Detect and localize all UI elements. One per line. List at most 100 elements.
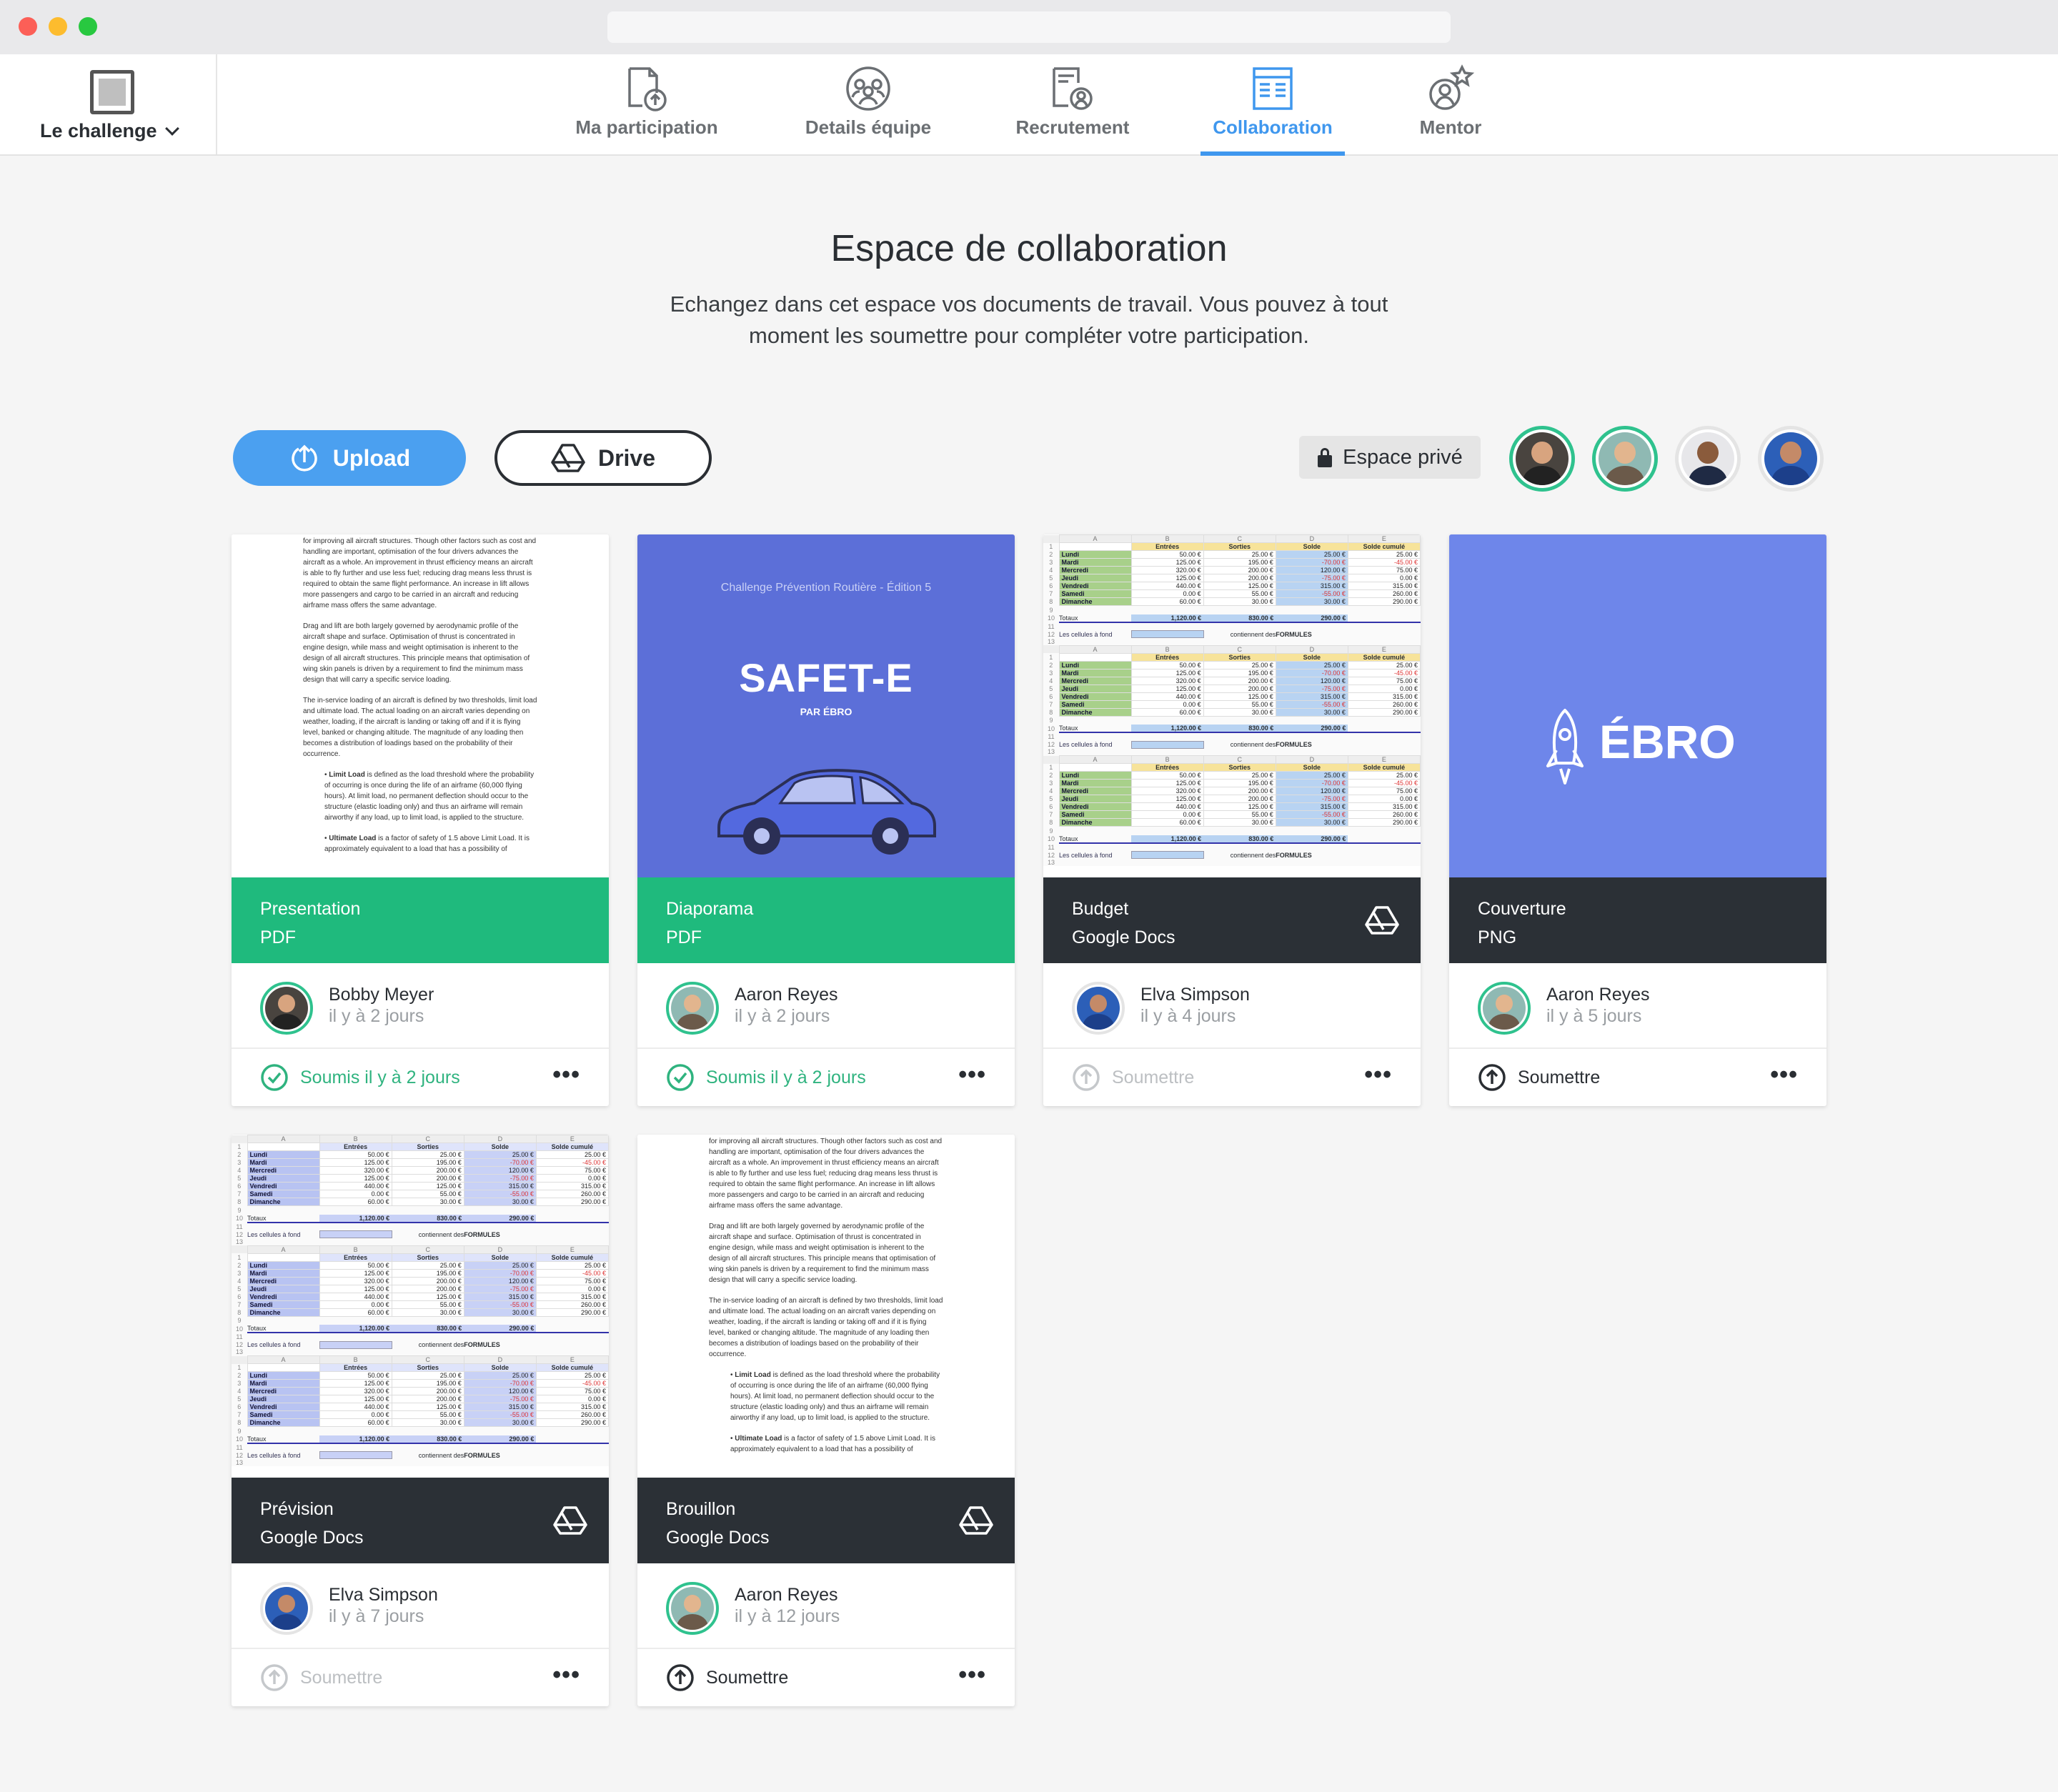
table-cell: Mercredi [1058, 787, 1132, 795]
more-options-button[interactable]: ••• [552, 1062, 580, 1087]
address-bar[interactable] [607, 11, 1451, 43]
row-number: 8 [1049, 708, 1053, 716]
table-cell: Samedi [1058, 700, 1132, 709]
row-index-cell [232, 1245, 247, 1253]
row-number: 11 [236, 1223, 243, 1230]
submit-label: Soumettre [300, 1667, 383, 1688]
close-window-button[interactable] [19, 17, 37, 36]
avatar [1516, 432, 1569, 485]
row-number: 6 [1049, 692, 1053, 700]
column-letter: D [463, 1245, 537, 1254]
table-cell: contiennent des [1230, 851, 1276, 859]
maximize-window-button[interactable] [79, 17, 97, 36]
row-number: 12 [1047, 851, 1055, 859]
more-options-button[interactable]: ••• [1364, 1062, 1392, 1087]
document-thumbnail[interactable]: for improving all aircraft structures. T… [232, 534, 609, 877]
upload-button[interactable]: Upload [233, 430, 466, 486]
avatar [1072, 982, 1125, 1035]
submit-button[interactable]: Soumettre [1478, 1063, 1600, 1092]
submit-button[interactable]: Soumettre [666, 1663, 788, 1692]
table-cell [1059, 859, 1421, 866]
table-row: 4 Mercredi 320.00 €200.00 €120.00 €75.00 € [1043, 787, 1421, 795]
table-cell: Mardi [247, 1379, 320, 1388]
table-cell: 60.00 € [1130, 707, 1204, 717]
document-thumbnail[interactable]: ÉBRO [1449, 534, 1826, 877]
minimize-window-button[interactable] [49, 17, 67, 36]
lock-icon [1318, 448, 1333, 467]
preview-paragraph: Drag and lift are both largely governed … [709, 1223, 936, 1284]
collaboration-icon [1253, 67, 1293, 110]
author-name: Elva Simpson [1140, 985, 1250, 1005]
table-row: 7 Samedi 0.00 €55.00 € -55.00 €260.00 € [232, 1410, 609, 1419]
submit-upload-icon [1073, 1064, 1100, 1091]
challenge-selector[interactable]: Le challenge [0, 54, 217, 154]
document-info-bar: Prévision Google Docs [232, 1478, 609, 1563]
document-thumbnail[interactable]: A B C D E 1 Entrées Sorties Solde Solde cumulé 2 Lu… [1043, 534, 1421, 877]
document-thumbnail[interactable]: A B C D E 1 Entrées Sorties Solde Solde cumulé 2 Lu… [232, 1135, 609, 1478]
document-actions: Soumis il y à 2 jours ••• [637, 1049, 1015, 1106]
document-card[interactable]: for improving all aircraft structures. T… [637, 1135, 1015, 1706]
table-cell: -45.00 € [535, 1268, 609, 1278]
document-card[interactable]: ÉBRO Couverture PNG Aaron Reyes il y à 5… [1449, 534, 1826, 1106]
table-cell: 50.00 € [1130, 660, 1204, 669]
table-cell: Dimanche [247, 1418, 320, 1427]
tab-collaboration[interactable]: Collaboration [1200, 54, 1345, 156]
column-letter: E [535, 1245, 609, 1254]
more-options-button[interactable]: ••• [958, 1062, 986, 1087]
column-header: Sorties [391, 1253, 464, 1262]
document-title: Budget [1072, 899, 1129, 919]
table-cell: 120.00 € [1275, 787, 1348, 795]
table-cell: 25.00 € [1347, 660, 1421, 669]
document-thumbnail[interactable]: Challenge Prévention Routière - Édition … [637, 534, 1015, 877]
table-row: 8 Dimanche 60.00 €30.00 €30.00 €290.00 € [1043, 707, 1421, 717]
row-number: 5 [1049, 574, 1053, 582]
table-cell: 30.00 € [1203, 597, 1276, 606]
cover-preview: ÉBRO [1449, 534, 1826, 877]
table-cell: Les cellules à fond [247, 1341, 301, 1348]
private-space-toggle[interactable]: Espace privé [1299, 436, 1481, 479]
tab-ma-participation[interactable]: Ma participation [565, 54, 729, 154]
table-cell: 25.00 € [1347, 550, 1421, 559]
row-number: 3 [1049, 559, 1053, 566]
column-header: Entrées [319, 1143, 392, 1151]
tab-details-equipe[interactable]: Details équipe [786, 54, 950, 154]
row-number: 1 [237, 1143, 242, 1150]
table-cell [1348, 614, 1421, 623]
document-type: PDF [260, 927, 296, 947]
document-card[interactable]: for improving all aircraft structures. T… [232, 534, 609, 1106]
table-cell: Dimanche [1058, 818, 1132, 827]
table-cell: 125.00 € [319, 1284, 392, 1293]
team-member-avatar[interactable] [1592, 426, 1658, 492]
document-card[interactable]: A B C D E 1 Entrées Sorties Solde Solde cumulé 2 Lu… [1043, 534, 1421, 1106]
team-member-avatar[interactable] [1509, 426, 1575, 492]
row-number: 10 [235, 1325, 243, 1333]
row-number: 9 [237, 1317, 242, 1324]
more-options-button[interactable]: ••• [958, 1663, 986, 1687]
document-thumbnail[interactable]: for improving all aircraft structures. T… [637, 1135, 1015, 1478]
more-options-button[interactable]: ••• [552, 1663, 580, 1687]
document-card[interactable]: A B C D E 1 Entrées Sorties Solde Solde cumulé 2 Lu… [232, 1135, 609, 1706]
document-card[interactable]: Challenge Prévention Routière - Édition … [637, 534, 1015, 1106]
column-letter: A [247, 1135, 320, 1143]
table-cell [1059, 827, 1421, 835]
more-options-button[interactable]: ••• [1770, 1062, 1798, 1087]
tab-recrutement[interactable]: Recrutement [990, 54, 1155, 154]
table-cell: 1,120.00 € [1131, 835, 1204, 844]
table-row: 6 Vendredi 440.00 €125.00 €315.00 €315.00 … [232, 1292, 609, 1301]
row-number: 4 [1049, 677, 1053, 685]
table-cell: Vendredi [247, 1292, 320, 1301]
table-row: 5 Jeudi 125.00 €200.00 € -75.00 €0.00 € [232, 1395, 609, 1403]
document-title: Presentation [260, 899, 361, 919]
tab-mentor[interactable]: Mentor [1393, 54, 1508, 154]
table-cell: 125.00 € [319, 1158, 392, 1167]
table-cell: -55.00 € [463, 1300, 537, 1309]
team-member-avatar[interactable] [1675, 426, 1741, 492]
table-cell: Samedi [247, 1190, 320, 1198]
table-cell: 1,120.00 € [1131, 614, 1204, 623]
column-letter: E [1347, 644, 1421, 654]
team-member-avatar[interactable] [1758, 426, 1824, 492]
table-cell [1348, 741, 1420, 748]
drive-button[interactable]: Drive [494, 430, 712, 486]
cover-brand: ÉBRO [1599, 715, 1736, 768]
check-circle-icon [667, 1064, 694, 1091]
